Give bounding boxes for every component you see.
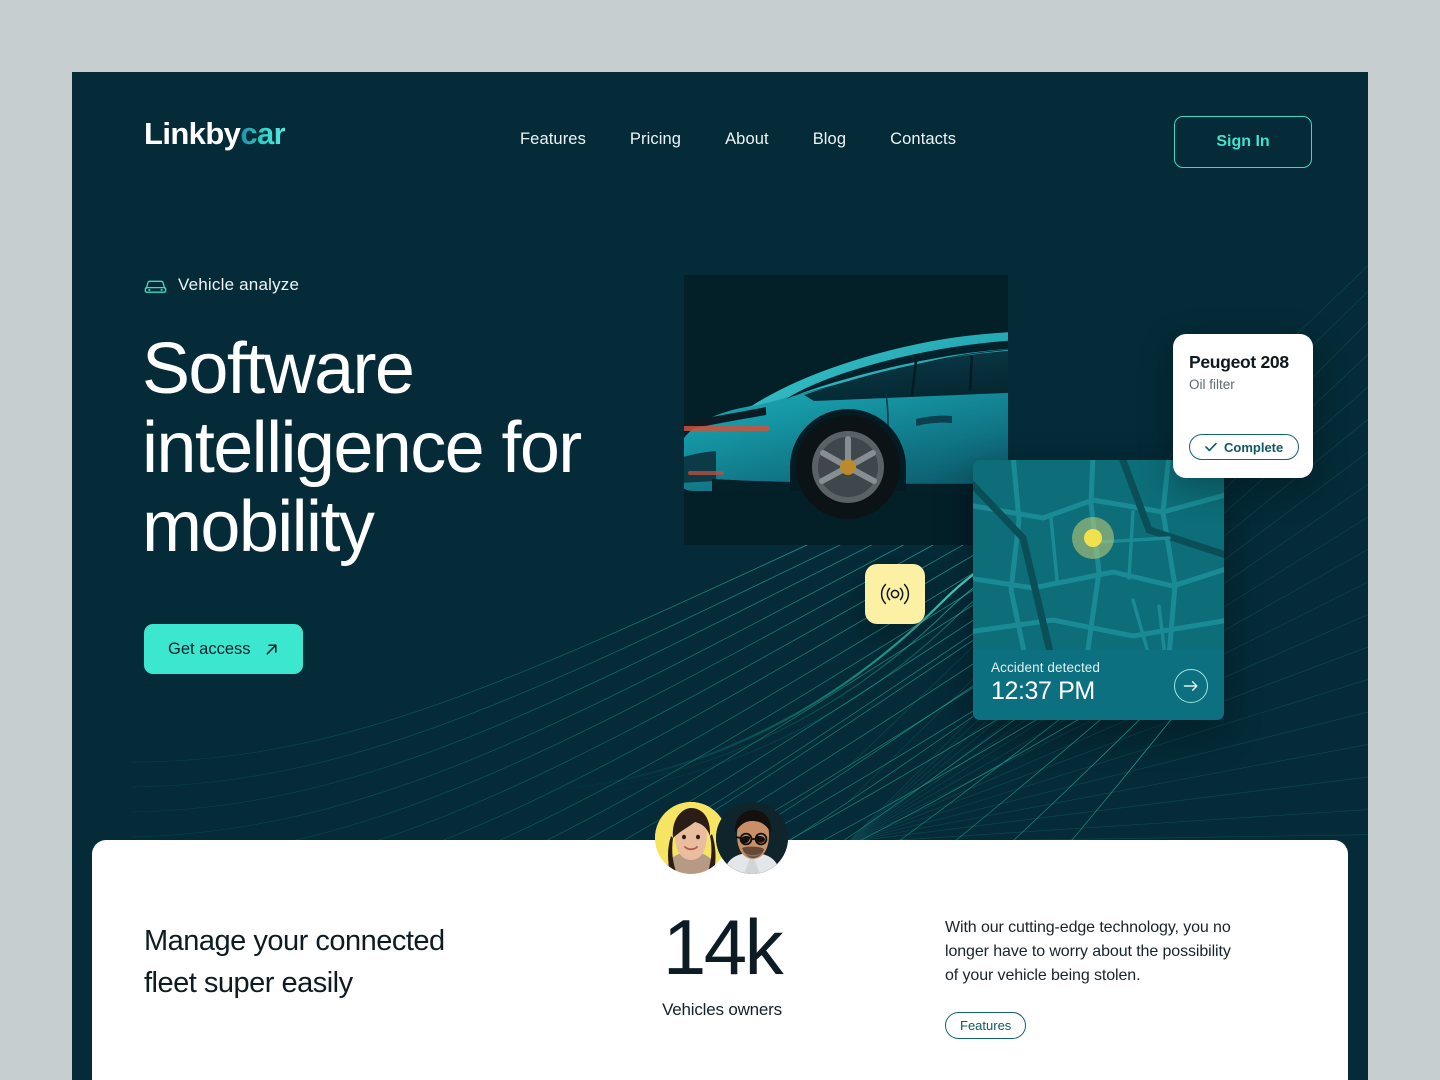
nav-item-blog[interactable]: Blog (813, 130, 846, 149)
nav-item-contacts[interactable]: Contacts (890, 130, 956, 149)
nav-item-about[interactable]: About (725, 130, 769, 149)
nav-item-pricing[interactable]: Pricing (630, 130, 681, 149)
brand-name-accent: car (240, 116, 286, 151)
car-illustration (684, 332, 1008, 519)
accident-detail-button[interactable] (1174, 669, 1208, 703)
get-access-button[interactable]: Get access (144, 624, 303, 674)
hero-eyebrow: Vehicle analyze (144, 275, 299, 295)
arrow-up-right-icon (265, 643, 277, 655)
get-access-label: Get access (168, 639, 251, 658)
avatar-man-image (716, 802, 788, 874)
stat-value: 14k (662, 903, 784, 991)
avatar-man (716, 802, 788, 874)
hero-panel: Linkbycar Features Pricing About Blog Co… (72, 72, 1368, 1080)
hero-car-image (684, 275, 1008, 545)
signal-broadcast-icon (880, 583, 910, 605)
stat-block: 14k Vehicles owners (612, 908, 832, 1020)
accident-map-footer: Accident detected 12:37 PM (973, 650, 1224, 720)
hero-eyebrow-label: Vehicle analyze (178, 275, 300, 294)
hero-headline: Software intelligence for mobility (142, 329, 582, 567)
service-status-label: Complete (1224, 439, 1284, 455)
service-status-badge[interactable]: Complete (1189, 434, 1300, 460)
nav-item-features[interactable]: Features (520, 130, 586, 149)
features-pill-button[interactable]: Features (945, 1012, 1027, 1039)
page-root: Linkbycar Features Pricing About Blog Co… (0, 0, 1440, 1080)
service-vehicle-name: Peugeot 208 (1189, 352, 1289, 372)
stat-caption: Vehicles owners (662, 1000, 782, 1019)
car-icon (144, 280, 167, 293)
signal-badge (865, 564, 925, 624)
map-image (973, 460, 1224, 650)
check-icon (1205, 442, 1217, 452)
arrow-right-icon (1183, 681, 1198, 691)
avatar-group (655, 802, 790, 880)
nav-links: Features Pricing About Blog Contacts (520, 130, 956, 149)
stats-paragraph: With our cutting-edge technology, you no… (945, 919, 1231, 984)
brand-name-primary: Linkby (144, 116, 241, 151)
sign-in-button[interactable]: Sign In (1174, 116, 1312, 168)
stats-heading: Manage your connected fleet super easily (144, 925, 445, 999)
accident-map-card[interactable]: Accident detected 12:37 PM (973, 460, 1224, 720)
top-navigation: Linkbycar Features Pricing About Blog Co… (72, 72, 1368, 212)
service-status-card: Peugeot 208 Oil filter Complete (1173, 334, 1313, 478)
service-task-name: Oil filter (1189, 377, 1235, 392)
brand-logo[interactable]: Linkbycar (144, 116, 286, 152)
accident-status-label: Accident detected (991, 660, 1101, 675)
location-pin-icon (1084, 529, 1102, 547)
